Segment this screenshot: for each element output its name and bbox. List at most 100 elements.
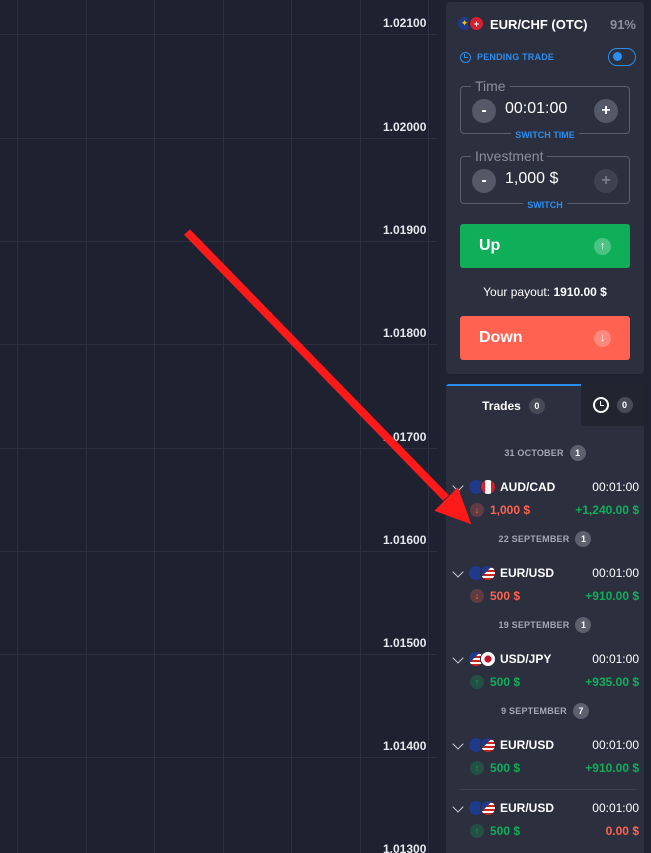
price-label: 1.01900 (383, 223, 427, 237)
cad-flag-icon (480, 479, 496, 495)
investment-label: Investment (471, 148, 548, 164)
grid-hline (0, 551, 437, 552)
grid-vline (291, 0, 292, 853)
pair-flags (468, 479, 498, 497)
tab-trades[interactable]: Trades 0 (446, 384, 581, 426)
trade-duration: 00:01:00 (592, 566, 639, 580)
date-count-badge: 1 (569, 445, 586, 461)
investment-minus-button[interactable]: - (472, 169, 496, 193)
trade-profit: +910.00 $ (585, 589, 639, 603)
chevron-down-icon[interactable] (452, 738, 464, 750)
pair-flags (468, 800, 498, 818)
history-count-badge: 0 (616, 397, 633, 413)
investment-value[interactable]: 1,000 $ (505, 170, 558, 188)
grid-vline (360, 0, 361, 853)
date-label: 22 SEPTEMBER (498, 534, 570, 544)
pair-flags (468, 737, 498, 755)
jpy-flag-icon (480, 651, 496, 667)
trade-duration: 00:01:00 (592, 652, 639, 666)
date-group-header: 22 SEPTEMBER 1 (446, 530, 644, 548)
time-field: Time - 00:01:00 + SWITCH TIME (460, 78, 630, 140)
trade-item[interactable]: EUR/USD 00:01:00 ↑ 500 $ +910.00 $ (446, 732, 644, 790)
asset-flags: ✦ + (456, 15, 486, 33)
usd-flag-icon (480, 800, 496, 816)
pair-flags (468, 651, 498, 669)
switch-time-link[interactable]: SWITCH TIME (511, 130, 579, 140)
date-group-header: 31 OCTOBER 1 (446, 444, 644, 462)
trade-duration: 00:01:00 (592, 480, 639, 494)
payout-value: 1910.00 $ (553, 285, 607, 299)
payout-label: Your payout: (483, 285, 551, 299)
price-label: 1.01800 (383, 326, 427, 340)
trade-pair: EUR/USD (500, 566, 555, 580)
investment-plus-button[interactable]: + (594, 169, 618, 193)
price-label: 1.01500 (383, 636, 427, 650)
clock-icon (592, 397, 609, 413)
payout-text: Your payout: 1910.00 $ (446, 285, 644, 299)
chevron-down-icon[interactable] (452, 652, 464, 664)
price-chart[interactable]: 1.02100 1.02000 1.01900 1.01800 1.01700 … (0, 0, 437, 853)
date-label: 31 OCTOBER (504, 448, 564, 458)
grid-hline (0, 138, 437, 139)
grid-vline (154, 0, 155, 853)
chevron-down-icon[interactable] (452, 480, 464, 492)
up-button-label: Up (479, 237, 501, 254)
price-label: 1.01400 (383, 739, 427, 753)
chevron-down-icon[interactable] (452, 801, 464, 813)
arrow-up-icon: ↑ (594, 237, 611, 255)
price-label: 1.01700 (383, 430, 427, 444)
arrow-up-icon: ↑ (470, 675, 484, 689)
grid-vline (223, 0, 224, 853)
up-button[interactable]: Up ↑ (460, 224, 630, 268)
down-button-label: Down (479, 329, 523, 346)
date-label: 19 SEPTEMBER (498, 620, 570, 630)
trade-item[interactable]: EUR/USD 00:01:00 ↑ 500 $ 0.00 $ (446, 795, 644, 845)
date-group-header: 9 SEPTEMBER 7 (446, 702, 644, 720)
switch-investment-link[interactable]: SWITCH (523, 200, 567, 210)
tab-trades-label: Trades (482, 399, 521, 413)
swiss-flag-icon: + (468, 15, 485, 32)
trade-item[interactable]: EUR/USD 00:01:00 ↓ 500 $ +910.00 $ (446, 560, 644, 610)
trade-profit: 0.00 $ (605, 824, 639, 838)
pair-flags (468, 565, 498, 583)
trade-pair: AUD/CAD (500, 480, 556, 494)
trade-amount: 1,000 $ (490, 503, 531, 517)
price-label: 1.02000 (383, 120, 427, 134)
pending-trade-label: PENDING TRADE (477, 52, 555, 62)
trade-amount: 500 $ (490, 589, 521, 603)
grid-hline (0, 241, 437, 242)
time-plus-button[interactable]: + (594, 99, 618, 123)
down-button[interactable]: Down ↓ (460, 316, 630, 360)
arrow-down-icon: ↓ (470, 589, 484, 603)
date-count-badge: 1 (575, 531, 592, 547)
trade-item[interactable]: USD/JPY 00:01:00 ↑ 500 $ +935.00 $ (446, 646, 644, 696)
date-group-header: 19 SEPTEMBER 1 (446, 616, 644, 634)
date-label: 9 SEPTEMBER (501, 706, 567, 716)
clock-icon (460, 51, 471, 63)
trade-duration: 00:01:00 (592, 738, 639, 752)
chevron-down-icon[interactable] (452, 566, 464, 578)
price-label: 1.01600 (383, 533, 427, 547)
grid-hline (0, 448, 437, 449)
pending-trade-toggle[interactable] (608, 48, 636, 66)
trade-item[interactable]: AUD/CAD 00:01:00 ↓ 1,000 $ +1,240.00 $ (446, 474, 644, 524)
asset-name: EUR/CHF (OTC) (490, 16, 588, 32)
trade-amount: 500 $ (490, 675, 521, 689)
trade-divider (460, 789, 636, 790)
trades-count-badge: 0 (528, 398, 545, 414)
time-value[interactable]: 00:01:00 (505, 100, 567, 118)
price-label: 1.02100 (383, 16, 427, 30)
grid-hline (0, 654, 437, 655)
trade-profit: +1,240.00 $ (575, 503, 639, 517)
arrow-down-icon: ↓ (594, 329, 611, 347)
trade-pair: EUR/USD (500, 801, 555, 815)
trade-pair: EUR/USD (500, 738, 555, 752)
arrow-down-icon: ↓ (470, 503, 484, 517)
asset-selector[interactable]: ✦ + EUR/CHF (OTC) 91% (456, 14, 636, 34)
grid-vline (428, 0, 429, 853)
time-minus-button[interactable]: - (472, 99, 496, 123)
grid-vline (17, 0, 18, 853)
trade-profit: +935.00 $ (585, 675, 639, 689)
tab-history[interactable]: 0 (581, 384, 644, 426)
trade-form: ✦ + EUR/CHF (OTC) 91% PENDING TRADE Time… (446, 2, 644, 374)
